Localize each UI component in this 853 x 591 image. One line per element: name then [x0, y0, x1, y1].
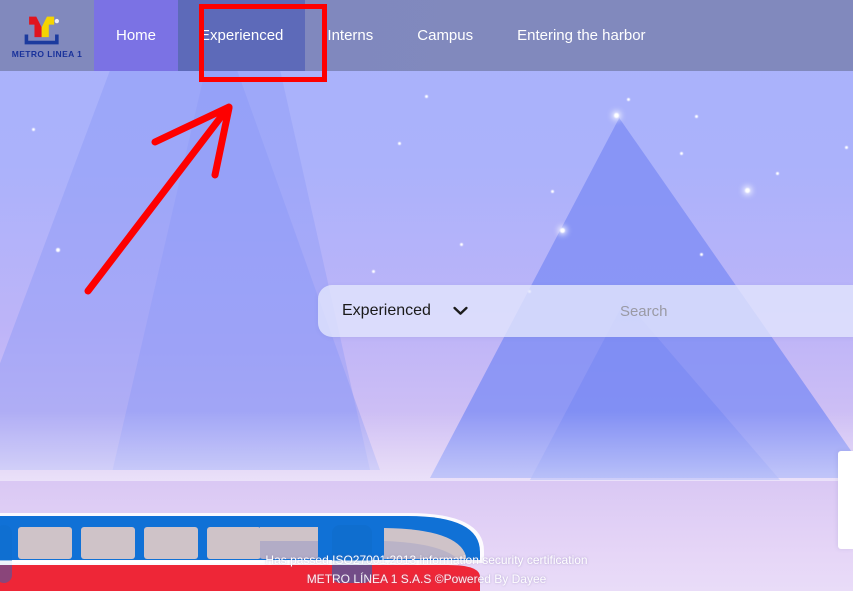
- search-input[interactable]: [467, 301, 853, 321]
- star-icon: [614, 113, 619, 118]
- star-icon: [560, 228, 565, 233]
- nav-label: Home: [116, 27, 157, 44]
- nav-item-entering-the-harbor[interactable]: Entering the harbor: [495, 0, 667, 71]
- nav-label: Experienced: [200, 27, 284, 44]
- main-navigation: Home Experienced Interns Campus Entering…: [94, 0, 668, 71]
- star-icon: [700, 253, 703, 256]
- brand-name: METRO LINEA 1: [11, 48, 83, 59]
- metro-m-logo-icon: [24, 16, 59, 44]
- star-icon: [680, 152, 683, 155]
- site-header: METRO LINEA 1 Home Experienced Interns C…: [0, 0, 853, 71]
- star-icon: [627, 98, 630, 101]
- search-bar: Experienced: [318, 285, 853, 337]
- nav-item-interns[interactable]: Interns: [305, 0, 395, 71]
- star-icon: [32, 128, 35, 131]
- star-icon: [745, 188, 750, 193]
- star-icon: [551, 190, 554, 193]
- nav-item-campus[interactable]: Campus: [395, 0, 495, 71]
- category-dropdown[interactable]: Experienced: [318, 302, 468, 320]
- star-icon: [460, 243, 463, 246]
- star-icon: [372, 270, 375, 273]
- chevron-down-icon: [453, 306, 468, 315]
- horizon-haze: [0, 411, 853, 481]
- star-icon: [845, 146, 848, 149]
- brand-logo[interactable]: METRO LINEA 1: [0, 0, 94, 71]
- star-icon: [695, 115, 698, 118]
- page-root: METRO LINEA 1 Home Experienced Interns C…: [0, 0, 853, 591]
- nav-label: Interns: [327, 27, 374, 44]
- nav-item-experienced[interactable]: Experienced: [178, 0, 306, 71]
- nav-item-home[interactable]: Home: [94, 0, 179, 71]
- category-dropdown-value: Experienced: [342, 302, 431, 319]
- nav-label: Campus: [417, 27, 474, 44]
- star-icon: [398, 142, 401, 145]
- right-side-panel[interactable]: [838, 451, 853, 549]
- nav-label: Entering the harbor: [517, 27, 646, 44]
- star-icon: [776, 172, 779, 175]
- star-icon: [56, 248, 60, 252]
- star-icon: [425, 95, 428, 98]
- metro-train-icon: [0, 513, 484, 591]
